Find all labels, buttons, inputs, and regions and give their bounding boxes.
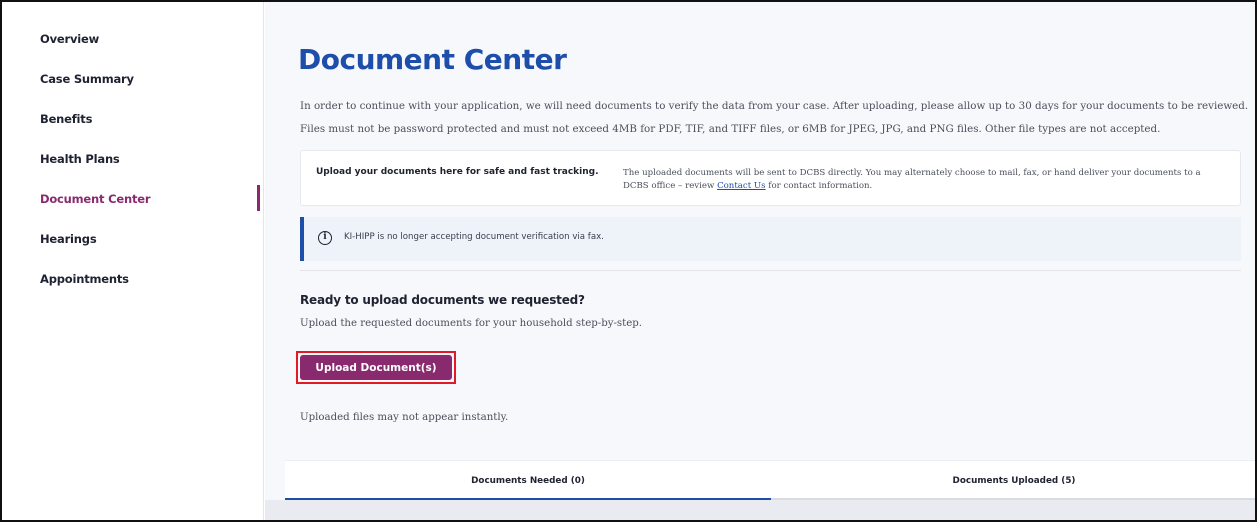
intro-line-1: In order to continue with your applicati… xyxy=(300,100,1249,112)
sidebar-item-hearings[interactable]: Hearings xyxy=(40,232,97,246)
app-frame: Overview Case Summary Benefits Health Pl… xyxy=(0,0,1257,522)
document-tabs: Documents Needed (0) Documents Uploaded … xyxy=(285,460,1255,501)
main-content: Document Center In order to continue wit… xyxy=(265,2,1255,520)
sidebar-item-case-summary[interactable]: Case Summary xyxy=(40,72,134,86)
upload-documents-button[interactable]: Upload Document(s) xyxy=(300,355,452,380)
tab-panel xyxy=(265,500,1255,520)
tab-documents-needed[interactable]: Documents Needed (0) xyxy=(285,461,771,501)
page-title: Document Center xyxy=(298,43,567,76)
tab-documents-uploaded[interactable]: Documents Uploaded (5) xyxy=(771,461,1255,501)
sidebar-item-document-center[interactable]: Document Center xyxy=(40,192,151,206)
info-card-text-before: The uploaded documents will be sent to D… xyxy=(623,168,1201,191)
active-indicator xyxy=(257,185,260,211)
sidebar-item-benefits[interactable]: Benefits xyxy=(40,112,92,126)
sidebar-item-overview[interactable]: Overview xyxy=(40,32,99,46)
info-card: Upload your documents here for safe and … xyxy=(300,150,1241,206)
contact-us-link[interactable]: Contact Us xyxy=(717,181,766,191)
sidebar-item-health-plans[interactable]: Health Plans xyxy=(40,152,120,166)
section-description: Upload the requested documents for your … xyxy=(300,318,643,329)
info-icon: i xyxy=(318,231,332,245)
fax-alert: i KI-HIPP is no longer accepting documen… xyxy=(300,217,1241,261)
intro-line-2: Files must not be password protected and… xyxy=(300,123,1161,135)
upload-note: Uploaded files may not appear instantly. xyxy=(300,412,509,423)
alert-text: KI-HIPP is no longer accepting document … xyxy=(344,232,604,242)
intro-text: In order to continue with your applicati… xyxy=(300,95,1250,141)
info-card-heading: Upload your documents here for safe and … xyxy=(316,167,599,177)
section-heading: Ready to upload documents we requested? xyxy=(300,293,585,307)
info-card-text-after: for contact information. xyxy=(765,181,873,191)
sidebar-item-appointments[interactable]: Appointments xyxy=(40,272,129,286)
sidebar: Overview Case Summary Benefits Health Pl… xyxy=(2,2,264,520)
divider xyxy=(300,270,1241,271)
info-card-text: The uploaded documents will be sent to D… xyxy=(623,167,1228,193)
